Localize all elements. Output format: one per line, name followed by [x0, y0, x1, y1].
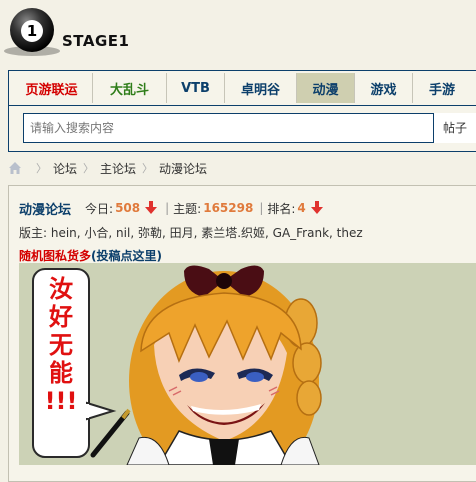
speech-bubble-text: 汝 好 无 能 !!! — [33, 275, 89, 415]
breadcrumb-forum[interactable]: 论坛 — [53, 160, 77, 177]
nav-item-webgame[interactable]: 页游联运 — [11, 73, 93, 103]
arrow-down-icon — [145, 201, 158, 214]
rank-value: 4 — [297, 201, 306, 215]
home-icon[interactable] — [8, 161, 22, 175]
nav-item-anime[interactable]: 动漫 — [297, 73, 355, 103]
rank-label: 排名: — [267, 201, 296, 216]
search-type-label: 帖子 — [443, 121, 468, 135]
search-type-select[interactable]: 帖子 — [433, 113, 476, 143]
search-bar: 帖子 — [8, 106, 476, 152]
forum-banner-image[interactable]: 汝 好 无 能 !!! — [19, 263, 476, 465]
moderator-list: 版主: hein, 小合, nil, 弥勒, 田月, 素兰塔.织姬, GA_Fr… — [19, 226, 363, 240]
breadcrumb: 〉 论坛 〉 主论坛 〉 动漫论坛 — [8, 158, 476, 178]
speech-char: 好 — [49, 303, 73, 331]
nav-item-brawl[interactable]: 大乱斗 — [93, 73, 167, 103]
divider: | — [259, 201, 264, 215]
logo-icon[interactable]: 1 — [10, 8, 54, 52]
speech-char: 无 — [49, 331, 73, 359]
chevron-right-icon: 〉 — [36, 162, 47, 175]
forum-stats-row: 动漫论坛 今日: 508 | 主题: 165298 | 排名: 4 — [19, 198, 476, 218]
speech-char: 能 — [49, 359, 73, 387]
nav-item-mobile[interactable]: 手游 — [413, 73, 471, 103]
site-name[interactable]: STAGE1 — [62, 32, 129, 50]
today-label: 今日: — [85, 201, 114, 216]
today-count: 508 — [115, 201, 141, 215]
site-header: 1 STAGE1 — [0, 0, 476, 68]
breadcrumb-anime-forum[interactable]: 动漫论坛 — [159, 160, 207, 177]
search-input[interactable] — [23, 113, 443, 143]
submit-link[interactable]: (投稿点这里) — [91, 249, 162, 263]
logo-number: 1 — [21, 20, 43, 42]
nav-item-zhuominggu[interactable]: 卓明谷 — [225, 73, 297, 103]
forum-info-panel: 动漫论坛 今日: 508 | 主题: 165298 | 排名: 4 版主: he… — [8, 185, 476, 482]
speech-char: !!! — [44, 387, 78, 415]
nav-item-vtb[interactable]: VTB — [167, 73, 225, 103]
random-image-link[interactable]: 随机图私货多(投稿点这里) — [19, 247, 162, 264]
chevron-right-icon: 〉 — [83, 162, 95, 175]
main-nav: 页游联运 大乱斗 VTB 卓明谷 动漫 游戏 手游 — [8, 70, 476, 106]
nav-item-games[interactable]: 游戏 — [355, 73, 413, 103]
divider: | — [165, 201, 170, 215]
chevron-right-icon: 〉 — [142, 162, 154, 175]
speech-char: 汝 — [49, 275, 73, 303]
breadcrumb-main-forum[interactable]: 主论坛 — [100, 160, 136, 177]
random-image-label[interactable]: 随机图私货多 — [19, 249, 91, 263]
topics-label: 主题: — [173, 201, 202, 216]
topics-count: 165298 — [203, 201, 254, 215]
forum-title: 动漫论坛 — [19, 202, 72, 218]
arrow-down-icon — [310, 201, 323, 214]
